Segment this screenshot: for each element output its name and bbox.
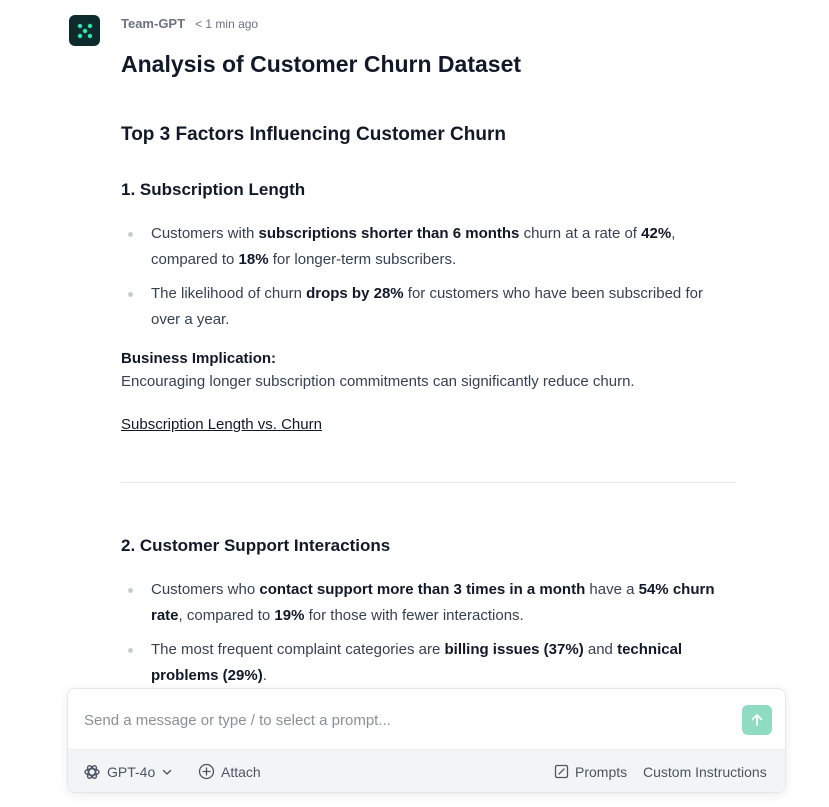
text: and — [583, 641, 618, 658]
team-gpt-logo — [69, 15, 100, 46]
text: The most frequent complaint categories a… — [151, 641, 445, 658]
implication-label: Business Implication: — [121, 350, 277, 367]
prompts-button[interactable]: Prompts — [554, 750, 628, 792]
model-name: GPT-4o — [107, 763, 156, 780]
message-timestamp: < 1 min ago — [195, 17, 259, 31]
factor-1-list: Customers with subscriptions shorter tha… — [121, 221, 736, 333]
factor-2-title: 2. Customer Support Interactions — [121, 536, 391, 555]
custom-instructions-button[interactable]: Custom Instructions — [643, 750, 767, 792]
arrow-up-icon — [751, 714, 763, 726]
send-button[interactable] — [742, 705, 772, 735]
business-implication: Business Implication: Encouraging longer… — [121, 347, 736, 393]
attach-button[interactable]: Attach — [198, 750, 261, 792]
bold-text: drops by 28% — [306, 285, 404, 302]
message-composer: GPT-4o Attach Prompts — [67, 688, 786, 793]
model-selector[interactable]: GPT-4o — [83, 750, 173, 792]
composer-toolbar: GPT-4o Attach Prompts Custom Instruction… — [68, 749, 785, 792]
edit-square-icon — [554, 764, 569, 779]
text: churn at a rate of — [519, 225, 642, 242]
text: The likelihood of churn — [151, 285, 307, 302]
prompts-label: Prompts — [575, 763, 628, 780]
subscription-chart-link[interactable]: Subscription Length vs. Churn — [121, 414, 322, 436]
text: Customers with — [151, 225, 259, 242]
attach-label: Attach — [221, 763, 261, 780]
team-gpt-logo-icon — [77, 23, 92, 38]
bold-text: subscriptions shorter than 6 months — [258, 225, 520, 242]
list-item: The likelihood of churn drops by 28% for… — [121, 281, 736, 333]
factor-2-list: Customers who contact support more than … — [121, 577, 736, 689]
message-title: Analysis of Customer Churn Dataset — [121, 51, 522, 77]
section-divider — [121, 482, 736, 483]
text: . — [262, 667, 267, 684]
factor-1-title: 1. Subscription Length — [121, 180, 306, 199]
bold-text: billing issues (37%) — [444, 641, 584, 658]
list-item: Customers who contact support more than … — [121, 577, 736, 629]
message-meta: Team-GPT < 1 min ago — [121, 16, 258, 31]
bold-text: 18% — [238, 251, 269, 268]
chevron-down-icon — [163, 769, 172, 775]
author-name: Team-GPT — [121, 16, 186, 31]
text: for longer-term subscribers. — [268, 251, 457, 268]
list-item: Customers with subscriptions shorter tha… — [121, 221, 736, 273]
text: for those with fewer interactions. — [304, 607, 524, 624]
text: have a — [585, 581, 639, 598]
custom-instructions-label: Custom Instructions — [643, 763, 767, 780]
bold-text: 42% — [641, 225, 672, 242]
section-title: Top 3 Factors Influencing Customer Churn — [121, 124, 506, 145]
text: , compared to — [178, 607, 275, 624]
message-content: Analysis of Customer Churn Dataset Top 3… — [121, 48, 736, 697]
bold-text: 19% — [274, 607, 305, 624]
chat-page: Team-GPT < 1 min ago Analysis of Custome… — [0, 0, 829, 807]
list-item: The most frequent complaint categories a… — [121, 637, 736, 689]
bold-text: contact support more than 3 times in a m… — [259, 581, 586, 598]
text: Customers who — [151, 581, 260, 598]
message-input[interactable] — [84, 706, 724, 734]
openai-icon — [84, 764, 100, 779]
implication-text: Encouraging longer subscription commitme… — [121, 373, 635, 390]
plus-circle-icon — [198, 763, 215, 780]
